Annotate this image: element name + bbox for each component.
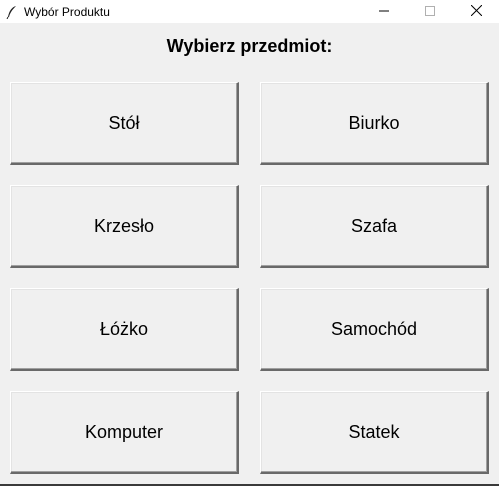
minimize-button[interactable] <box>361 0 407 23</box>
title-bar[interactable]: Wybór Produktu <box>0 0 499 23</box>
maximize-icon <box>425 3 435 21</box>
maximize-button[interactable] <box>407 0 453 23</box>
item-button-stol[interactable]: Stół <box>10 82 239 165</box>
item-button-szafa[interactable]: Szafa <box>260 185 489 268</box>
item-button-samochod[interactable]: Samochód <box>260 288 489 371</box>
item-button-krzeslo[interactable]: Krzesło <box>10 185 239 268</box>
window-title: Wybór Produktu <box>24 4 110 19</box>
minimize-icon <box>379 3 389 21</box>
window-controls <box>361 0 499 23</box>
item-button-komputer[interactable]: Komputer <box>10 391 239 474</box>
close-icon <box>470 3 482 21</box>
app-window: Wybór Produktu Wybierz przedmiot: Stół B… <box>0 0 499 486</box>
item-button-statek[interactable]: Statek <box>260 391 489 474</box>
feather-icon <box>4 4 20 20</box>
close-button[interactable] <box>453 0 499 23</box>
page-heading: Wybierz przedmiot: <box>166 36 333 56</box>
item-button-biurko[interactable]: Biurko <box>260 82 489 165</box>
item-button-lozko[interactable]: Łóżko <box>10 288 239 371</box>
